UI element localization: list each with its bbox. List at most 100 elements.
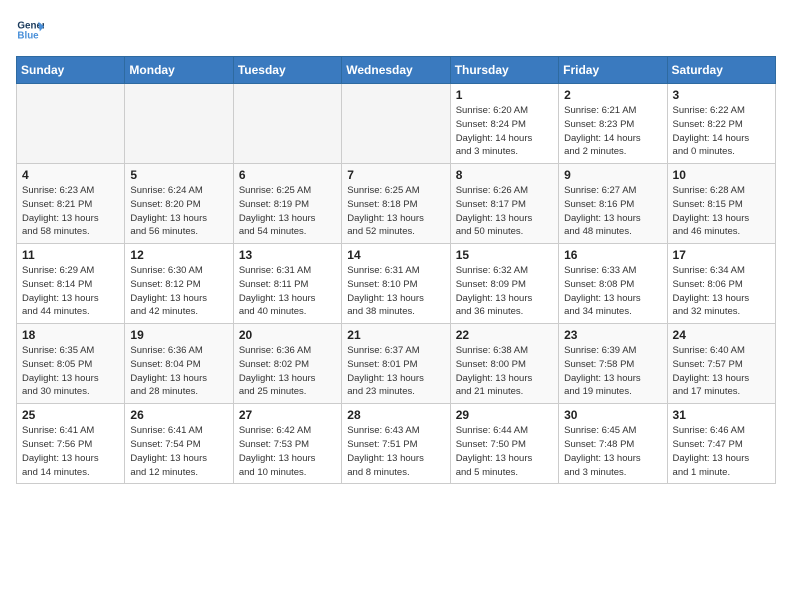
calendar-cell: 6 Sunrise: 6:25 AM Sunset: 8:19 PM Daylig… [233,164,341,244]
day-info: Sunrise: 6:45 AM Sunset: 7:48 PM Dayligh… [564,424,661,479]
day-number: 18 [22,328,119,342]
col-header-saturday: Saturday [667,57,775,84]
day-info: Sunrise: 6:40 AM Sunset: 7:57 PM Dayligh… [673,344,770,399]
calendar-cell: 15 Sunrise: 6:32 AM Sunset: 8:09 PM Dayli… [450,244,558,324]
day-info: Sunrise: 6:33 AM Sunset: 8:08 PM Dayligh… [564,264,661,319]
day-number: 29 [456,408,553,422]
calendar-cell: 17 Sunrise: 6:34 AM Sunset: 8:06 PM Dayli… [667,244,775,324]
page-header: General Blue [16,16,776,44]
calendar-cell: 23 Sunrise: 6:39 AM Sunset: 7:58 PM Dayli… [559,324,667,404]
day-info: Sunrise: 6:44 AM Sunset: 7:50 PM Dayligh… [456,424,553,479]
day-number: 13 [239,248,336,262]
calendar-cell: 1Sunrise: 6:20 AM Sunset: 8:24 PM Daylig… [450,84,558,164]
calendar-cell: 19 Sunrise: 6:36 AM Sunset: 8:04 PM Dayli… [125,324,233,404]
day-info: Sunrise: 6:41 AM Sunset: 7:54 PM Dayligh… [130,424,227,479]
svg-text:Blue: Blue [17,30,39,41]
week-row-2: 4 Sunrise: 6:23 AM Sunset: 8:21 PM Daylig… [17,164,776,244]
calendar-cell: 30 Sunrise: 6:45 AM Sunset: 7:48 PM Dayli… [559,404,667,484]
day-number: 27 [239,408,336,422]
day-number: 30 [564,408,661,422]
day-number: 31 [673,408,770,422]
calendar-cell: 22Sunrise: 6:38 AM Sunset: 8:00 PM Dayli… [450,324,558,404]
calendar-table: SundayMondayTuesdayWednesdayThursdayFrid… [16,56,776,484]
day-info: Sunrise: 6:27 AM Sunset: 8:16 PM Dayligh… [564,184,661,239]
day-number: 25 [22,408,119,422]
col-header-friday: Friday [559,57,667,84]
calendar-cell: 12 Sunrise: 6:30 AM Sunset: 8:12 PM Dayli… [125,244,233,324]
calendar-cell: 28 Sunrise: 6:43 AM Sunset: 7:51 PM Dayli… [342,404,450,484]
day-number: 5 [130,168,227,182]
calendar-cell: 27 Sunrise: 6:42 AM Sunset: 7:53 PM Dayli… [233,404,341,484]
calendar-cell [342,84,450,164]
calendar-cell: 24 Sunrise: 6:40 AM Sunset: 7:57 PM Dayli… [667,324,775,404]
day-info: Sunrise: 6:28 AM Sunset: 8:15 PM Dayligh… [673,184,770,239]
day-number: 21 [347,328,444,342]
day-number: 19 [130,328,227,342]
day-number: 24 [673,328,770,342]
day-info: Sunrise: 6:34 AM Sunset: 8:06 PM Dayligh… [673,264,770,319]
day-info: Sunrise: 6:37 AM Sunset: 8:01 PM Dayligh… [347,344,444,399]
logo-icon: General Blue [16,16,44,44]
day-info: Sunrise: 6:32 AM Sunset: 8:09 PM Dayligh… [456,264,553,319]
day-number: 6 [239,168,336,182]
calendar-cell: 3 Sunrise: 6:22 AM Sunset: 8:22 PM Daylig… [667,84,775,164]
day-number: 11 [22,248,119,262]
col-header-tuesday: Tuesday [233,57,341,84]
calendar-cell: 20 Sunrise: 6:36 AM Sunset: 8:02 PM Dayli… [233,324,341,404]
day-info: Sunrise: 6:36 AM Sunset: 8:04 PM Dayligh… [130,344,227,399]
calendar-cell: 14 Sunrise: 6:31 AM Sunset: 8:10 PM Dayli… [342,244,450,324]
day-info: Sunrise: 6:43 AM Sunset: 7:51 PM Dayligh… [347,424,444,479]
day-info: Sunrise: 6:41 AM Sunset: 7:56 PM Dayligh… [22,424,119,479]
day-number: 10 [673,168,770,182]
day-number: 2 [564,88,661,102]
day-number: 28 [347,408,444,422]
week-row-4: 18 Sunrise: 6:35 AM Sunset: 8:05 PM Dayli… [17,324,776,404]
day-number: 12 [130,248,227,262]
day-number: 9 [564,168,661,182]
calendar-cell: 29 Sunrise: 6:44 AM Sunset: 7:50 PM Dayli… [450,404,558,484]
day-info: Sunrise: 6:23 AM Sunset: 8:21 PM Dayligh… [22,184,119,239]
calendar-cell: 25 Sunrise: 6:41 AM Sunset: 7:56 PM Dayli… [17,404,125,484]
col-header-thursday: Thursday [450,57,558,84]
calendar-cell: 5Sunrise: 6:24 AM Sunset: 8:20 PM Daylig… [125,164,233,244]
calendar-cell: 9 Sunrise: 6:27 AM Sunset: 8:16 PM Daylig… [559,164,667,244]
calendar-cell: 4 Sunrise: 6:23 AM Sunset: 8:21 PM Daylig… [17,164,125,244]
col-header-monday: Monday [125,57,233,84]
day-info: Sunrise: 6:31 AM Sunset: 8:11 PM Dayligh… [239,264,336,319]
calendar-cell: 2 Sunrise: 6:21 AM Sunset: 8:23 PM Daylig… [559,84,667,164]
day-info: Sunrise: 6:46 AM Sunset: 7:47 PM Dayligh… [673,424,770,479]
calendar-cell [233,84,341,164]
day-number: 3 [673,88,770,102]
day-number: 20 [239,328,336,342]
day-number: 16 [564,248,661,262]
col-header-wednesday: Wednesday [342,57,450,84]
logo: General Blue [16,16,50,44]
week-row-1: 1Sunrise: 6:20 AM Sunset: 8:24 PM Daylig… [17,84,776,164]
day-info: Sunrise: 6:42 AM Sunset: 7:53 PM Dayligh… [239,424,336,479]
calendar-cell: 7Sunrise: 6:25 AM Sunset: 8:18 PM Daylig… [342,164,450,244]
calendar-cell: 16 Sunrise: 6:33 AM Sunset: 8:08 PM Dayli… [559,244,667,324]
day-number: 23 [564,328,661,342]
header-row: SundayMondayTuesdayWednesdayThursdayFrid… [17,57,776,84]
day-number: 26 [130,408,227,422]
day-info: Sunrise: 6:36 AM Sunset: 8:02 PM Dayligh… [239,344,336,399]
calendar-cell: 21 Sunrise: 6:37 AM Sunset: 8:01 PM Dayli… [342,324,450,404]
day-number: 4 [22,168,119,182]
day-info: Sunrise: 6:39 AM Sunset: 7:58 PM Dayligh… [564,344,661,399]
calendar-cell: 26 Sunrise: 6:41 AM Sunset: 7:54 PM Dayli… [125,404,233,484]
day-info: Sunrise: 6:22 AM Sunset: 8:22 PM Dayligh… [673,104,770,159]
day-info: Sunrise: 6:31 AM Sunset: 8:10 PM Dayligh… [347,264,444,319]
day-info: Sunrise: 6:21 AM Sunset: 8:23 PM Dayligh… [564,104,661,159]
day-info: Sunrise: 6:30 AM Sunset: 8:12 PM Dayligh… [130,264,227,319]
day-info: Sunrise: 6:38 AM Sunset: 8:00 PM Dayligh… [456,344,553,399]
day-info: Sunrise: 6:35 AM Sunset: 8:05 PM Dayligh… [22,344,119,399]
day-number: 7 [347,168,444,182]
calendar-cell: 8Sunrise: 6:26 AM Sunset: 8:17 PM Daylig… [450,164,558,244]
day-number: 17 [673,248,770,262]
calendar-cell: 11 Sunrise: 6:29 AM Sunset: 8:14 PM Dayli… [17,244,125,324]
day-info: Sunrise: 6:25 AM Sunset: 8:19 PM Dayligh… [239,184,336,239]
day-number: 14 [347,248,444,262]
week-row-5: 25 Sunrise: 6:41 AM Sunset: 7:56 PM Dayli… [17,404,776,484]
day-info: Sunrise: 6:29 AM Sunset: 8:14 PM Dayligh… [22,264,119,319]
day-number: 15 [456,248,553,262]
